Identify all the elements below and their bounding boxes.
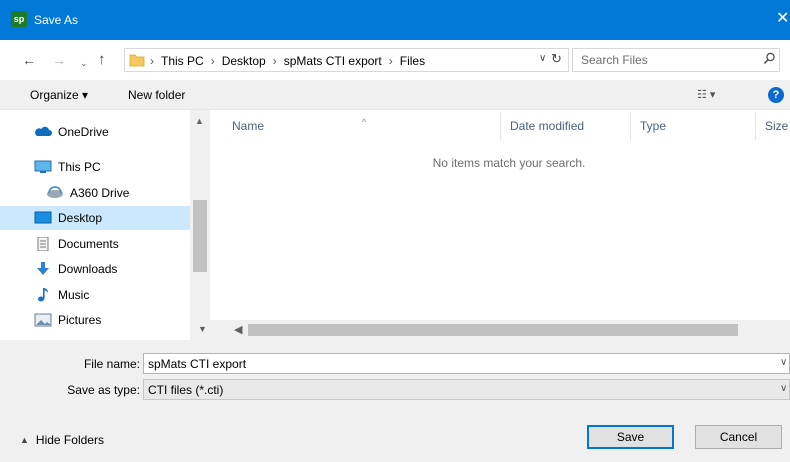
save-as-type-label: Save as type: <box>67 383 140 397</box>
cloud-icon <box>35 126 52 136</box>
column-header-name[interactable]: Name ^ <box>232 117 366 133</box>
breadcrumb-desktop[interactable]: Desktop <box>222 54 266 68</box>
breadcrumb-separator-icon: › <box>150 54 154 68</box>
pictures-icon <box>34 313 52 327</box>
chevron-down-icon[interactable]: ∨ <box>780 383 787 394</box>
scroll-down-icon[interactable]: ▼ <box>198 324 207 334</box>
downloads-icon <box>37 262 49 275</box>
sort-ascending-icon: ^ <box>362 117 367 127</box>
organize-menu-button[interactable]: Organize ▾ <box>30 88 88 102</box>
hide-folders-label: Hide Folders <box>35 433 104 447</box>
chevron-up-icon: ▲ <box>20 435 29 445</box>
address-bar[interactable]: › This PC › Desktop › spMats CTI export … <box>124 48 569 72</box>
column-header-type[interactable]: Type <box>640 119 666 133</box>
sidebar-item-label: OneDrive <box>58 125 109 139</box>
column-header-label: Name <box>232 119 265 133</box>
sidebar-item-label: Desktop <box>58 211 103 225</box>
sidebar-item-onedrive[interactable]: OneDrive <box>0 120 190 144</box>
forward-arrow-icon[interactable]: → <box>52 52 66 68</box>
sidebar-item-pictures[interactable]: Pictures <box>0 308 190 332</box>
documents-icon <box>37 237 49 251</box>
scroll-left-icon[interactable]: ◀ <box>234 323 242 336</box>
column-divider[interactable] <box>630 112 631 140</box>
scrollbar-thumb[interactable] <box>248 324 738 336</box>
help-icon[interactable]: ? <box>768 87 784 103</box>
sidebar-item-desktop[interactable]: Desktop <box>0 206 190 230</box>
navigation-pane-scrollbar[interactable]: ▲ <box>190 110 210 340</box>
up-arrow-icon[interactable]: ↑ <box>98 52 106 68</box>
window-title: Save As <box>34 13 79 27</box>
hide-folders-toggle[interactable]: ▲ Hide Folders <box>20 433 104 447</box>
command-toolbar: Organize ▾ New folder ☷ ▾ ? <box>0 80 790 110</box>
sidebar-item-label: Documents <box>58 237 119 251</box>
close-icon[interactable]: ✕ <box>776 10 789 28</box>
scroll-up-icon[interactable]: ▲ <box>195 116 204 126</box>
column-divider[interactable] <box>755 112 756 140</box>
horizontal-scrollbar[interactable]: ▼ ◀ <box>190 320 790 340</box>
sidebar-item-label: Downloads <box>58 262 118 276</box>
sidebar-item-label: Music <box>58 288 90 302</box>
column-divider[interactable] <box>500 112 501 140</box>
navigation-pane: OneDrive This PC A360 Drive Desktop Docu… <box>0 110 210 340</box>
sidebar-item-downloads[interactable]: Downloads <box>0 257 190 281</box>
scrollbar-thumb[interactable] <box>193 200 207 272</box>
breadcrumb-separator-icon[interactable]: › <box>211 54 215 68</box>
cancel-button[interactable]: Cancel <box>695 425 782 449</box>
breadcrumb-separator-icon[interactable]: › <box>273 54 277 68</box>
save-button[interactable]: Save <box>587 425 674 449</box>
computer-icon <box>34 160 52 173</box>
address-dropdown-icon[interactable]: ∨ <box>539 53 546 64</box>
search-icon[interactable] <box>763 52 776 65</box>
file-name-value[interactable]: spMats CTI export <box>148 357 246 371</box>
sidebar-item-a360-drive[interactable]: A360 Drive <box>0 181 190 205</box>
search-box[interactable] <box>572 48 780 72</box>
column-header-size[interactable]: Size <box>765 119 788 133</box>
chevron-down-icon[interactable]: ∨ <box>780 357 787 368</box>
breadcrumb-separator-icon[interactable]: › <box>389 54 393 68</box>
empty-state-message: No items match your search. <box>432 156 586 170</box>
title-bar: sp Save As ✕ <box>0 0 790 40</box>
save-form: File name: spMats CTI export ∨ Save as t… <box>0 340 790 462</box>
save-as-type-value: CTI files (*.cti) <box>148 383 224 397</box>
search-input[interactable] <box>581 53 751 67</box>
network-drive-icon <box>47 186 63 198</box>
sidebar-item-label: This PC <box>58 160 101 174</box>
sidebar-item-music[interactable]: Music <box>0 283 190 307</box>
desktop-icon <box>34 211 52 224</box>
back-arrow-icon[interactable]: ← <box>22 52 36 68</box>
breadcrumb-this-pc[interactable]: This PC <box>161 54 204 68</box>
sidebar-item-label: Pictures <box>58 313 102 327</box>
music-icon <box>38 288 48 302</box>
file-name-field[interactable]: spMats CTI export ∨ <box>143 353 790 374</box>
sidebar-item-documents[interactable]: Documents <box>0 232 190 256</box>
change-view-icon[interactable]: ☷ ▾ <box>697 88 715 101</box>
new-folder-button[interactable]: New folder <box>128 88 185 102</box>
column-header-date-modified[interactable]: Date modified <box>510 119 584 133</box>
folder-icon <box>129 54 145 67</box>
recent-locations-chevron-icon[interactable]: ⌄ <box>80 55 88 71</box>
sidebar-item-this-pc[interactable]: This PC <box>0 155 190 179</box>
breadcrumb-export-folder[interactable]: spMats CTI export <box>284 54 382 68</box>
breadcrumb: › This PC › Desktop › spMats CTI export … <box>150 53 425 69</box>
save-as-type-select[interactable]: CTI files (*.cti) ∨ <box>143 379 790 400</box>
sidebar-item-label: A360 Drive <box>70 186 130 200</box>
breadcrumb-files[interactable]: Files <box>400 54 425 68</box>
file-list: Name ^ Date modified Type Size No items … <box>212 110 790 340</box>
app-icon: sp <box>11 11 27 27</box>
refresh-icon[interactable]: ↻ <box>551 51 562 67</box>
file-name-label: File name: <box>83 357 140 371</box>
